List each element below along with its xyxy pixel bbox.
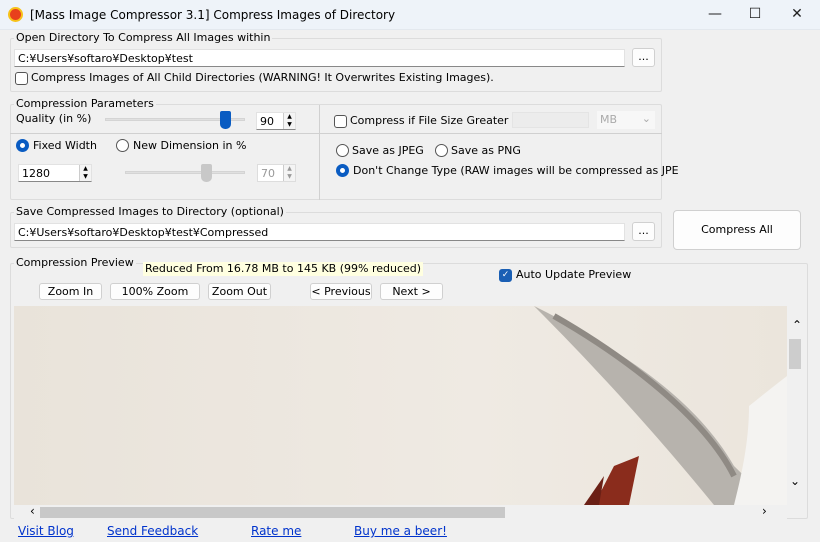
visit-blog-link[interactable]: Visit Blog <box>18 524 74 538</box>
zoom-out-button[interactable]: Zoom Out <box>208 283 271 300</box>
child-directories-checkbox[interactable] <box>15 72 28 85</box>
zoom-100-button[interactable]: 100% Zoom <box>110 283 200 300</box>
spin-arrows-icon[interactable]: ▲ ▼ <box>283 165 295 181</box>
fixed-width-label: Fixed Width <box>33 139 97 152</box>
rate-me-link[interactable]: Rate me <box>251 524 301 538</box>
compression-preview-legend: Compression Preview <box>14 256 136 269</box>
scroll-right-icon[interactable]: › <box>762 504 767 518</box>
scroll-down-icon[interactable]: ⌄ <box>790 474 800 488</box>
quality-value: 90 <box>260 115 274 128</box>
save-png-label: Save as PNG <box>451 144 521 157</box>
size-unit-value: MB <box>600 113 618 126</box>
bird-image <box>534 306 787 505</box>
previous-button[interactable]: < Previous <box>310 283 372 300</box>
chevron-down-icon: ⌄ <box>641 112 651 125</box>
dimension-spinbox[interactable]: 70 ▲ ▼ <box>257 164 296 182</box>
buy-beer-link[interactable]: Buy me a beer! <box>354 524 447 538</box>
dont-change-type-label: Don't Change Type (RAW images will be co… <box>353 164 679 177</box>
app-logo-icon <box>8 7 23 22</box>
child-directories-label: Compress Images of All Child Directories… <box>31 71 494 84</box>
horizontal-scrollbar[interactable]: ‹ › <box>14 504 787 520</box>
spin-arrows-icon[interactable]: ▲ ▼ <box>79 165 91 181</box>
save-jpeg-radio[interactable] <box>336 144 349 157</box>
reduction-status: Reduced From 16.78 MB to 145 KB (99% red… <box>143 262 424 276</box>
scroll-up-icon[interactable]: ⌃ <box>792 318 802 332</box>
spin-arrows-icon[interactable]: ▲ ▼ <box>283 113 295 129</box>
source-directory-input[interactable]: C:¥Users¥softaro¥Desktop¥test <box>14 49 625 67</box>
dont-change-type-radio[interactable] <box>336 164 349 177</box>
output-directory-input[interactable]: C:¥Users¥softaro¥Desktop¥test¥Compressed <box>14 223 625 241</box>
width-spinbox[interactable]: 1280 ▲ ▼ <box>18 164 92 182</box>
open-directory-legend: Open Directory To Compress All Images wi… <box>14 31 273 44</box>
size-threshold-checkbox[interactable] <box>334 115 347 128</box>
save-jpeg-label: Save as JPEG <box>352 144 424 157</box>
browse-output-button[interactable]: ... <box>632 222 655 241</box>
vertical-scrollbar[interactable]: ⌃ ⌄ <box>787 306 807 505</box>
new-dimension-label: New Dimension in % <box>133 139 247 152</box>
window-title: [Mass Image Compressor 3.1] Compress Ima… <box>30 8 396 22</box>
dimension-value: 70 <box>261 167 275 180</box>
quality-label: Quality (in %) <box>16 112 92 125</box>
fixed-width-radio[interactable] <box>16 139 29 152</box>
size-unit-dropdown[interactable]: MB ⌄ <box>597 111 655 129</box>
divider <box>319 105 320 200</box>
zoom-in-button[interactable]: Zoom In <box>39 283 102 300</box>
divider <box>10 133 662 134</box>
quality-spinbox[interactable]: 90 ▲ ▼ <box>256 112 296 130</box>
scroll-left-icon[interactable]: ‹ <box>30 504 35 518</box>
new-dimension-radio[interactable] <box>116 139 129 152</box>
save-directory-legend: Save Compressed Images to Directory (opt… <box>14 205 286 218</box>
horizontal-scroll-thumb[interactable] <box>40 507 505 518</box>
close-button[interactable]: ✕ <box>782 4 812 24</box>
send-feedback-link[interactable]: Send Feedback <box>107 524 198 538</box>
quality-slider-thumb[interactable] <box>220 111 231 129</box>
auto-update-label: Auto Update Preview <box>516 268 632 281</box>
auto-update-checkbox[interactable]: ✓ <box>499 269 512 282</box>
compress-all-button[interactable]: Compress All <box>673 210 801 250</box>
compression-parameters-legend: Compression Parameters <box>14 97 156 110</box>
next-button[interactable]: Next > <box>380 283 443 300</box>
image-preview <box>14 306 787 505</box>
width-value: 1280 <box>22 167 50 180</box>
vertical-scroll-thumb[interactable] <box>789 339 801 369</box>
dimension-slider-thumb[interactable] <box>201 164 212 182</box>
minimize-button[interactable]: — <box>700 4 730 24</box>
dimension-slider[interactable] <box>125 171 245 174</box>
save-png-radio[interactable] <box>435 144 448 157</box>
maximize-button[interactable]: ☐ <box>740 4 770 24</box>
size-threshold-input[interactable] <box>512 112 589 128</box>
browse-source-button[interactable]: ... <box>632 48 655 67</box>
size-threshold-label: Compress if File Size Greater tha <box>350 114 530 127</box>
